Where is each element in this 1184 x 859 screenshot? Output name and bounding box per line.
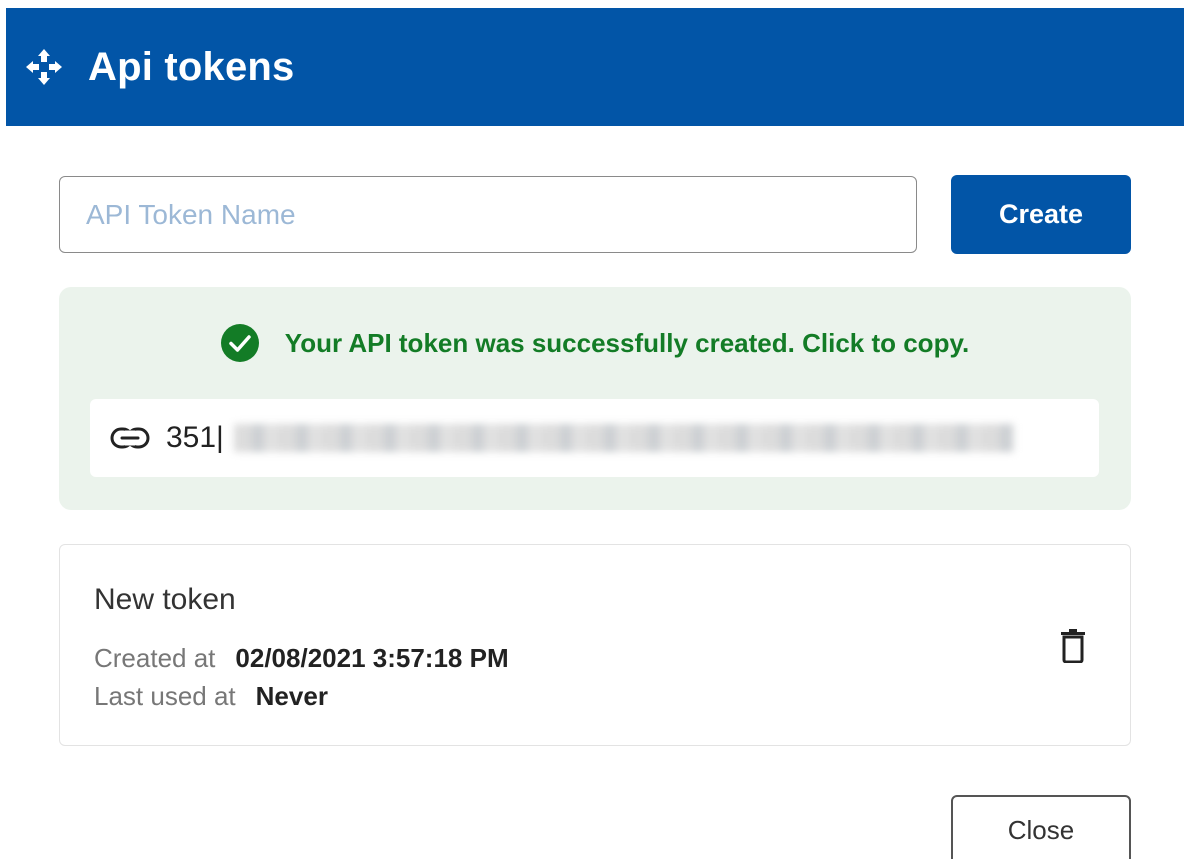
check-circle-icon <box>220 324 259 362</box>
link-icon <box>110 426 150 450</box>
dialog-header: Api tokens <box>6 8 1184 126</box>
api-tokens-dialog: Api tokens Create Your API token was suc… <box>0 0 1184 859</box>
success-message: Your API token was successfully created.… <box>284 327 970 358</box>
close-button[interactable]: Close <box>951 795 1131 859</box>
token-value: 351| <box>166 421 224 454</box>
token-value-redacted <box>233 424 1014 452</box>
move-arrows-icon <box>24 47 64 87</box>
create-button[interactable]: Create <box>951 175 1131 254</box>
token-card: New token Created at 02/08/2021 3:57:18 … <box>59 544 1131 746</box>
last-used-label: Last used at <box>94 681 236 711</box>
success-panel: Your API token was successfully created.… <box>59 287 1131 510</box>
token-name: New token <box>94 583 236 616</box>
created-at-label: Created at <box>94 643 216 673</box>
created-at-row: Created at 02/08/2021 3:57:18 PM <box>94 643 509 674</box>
api-token-name-input[interactable] <box>59 176 917 253</box>
trash-icon[interactable] <box>1060 629 1086 664</box>
last-used-value: Never <box>255 681 328 711</box>
token-copy-field[interactable]: 351| <box>90 399 1099 477</box>
last-used-row: Last used at Never <box>94 681 328 712</box>
success-message-row: Your API token was successfully created.… <box>59 323 1131 363</box>
created-at-value: 02/08/2021 3:57:18 PM <box>235 643 509 673</box>
dialog-title: Api tokens <box>88 44 295 89</box>
